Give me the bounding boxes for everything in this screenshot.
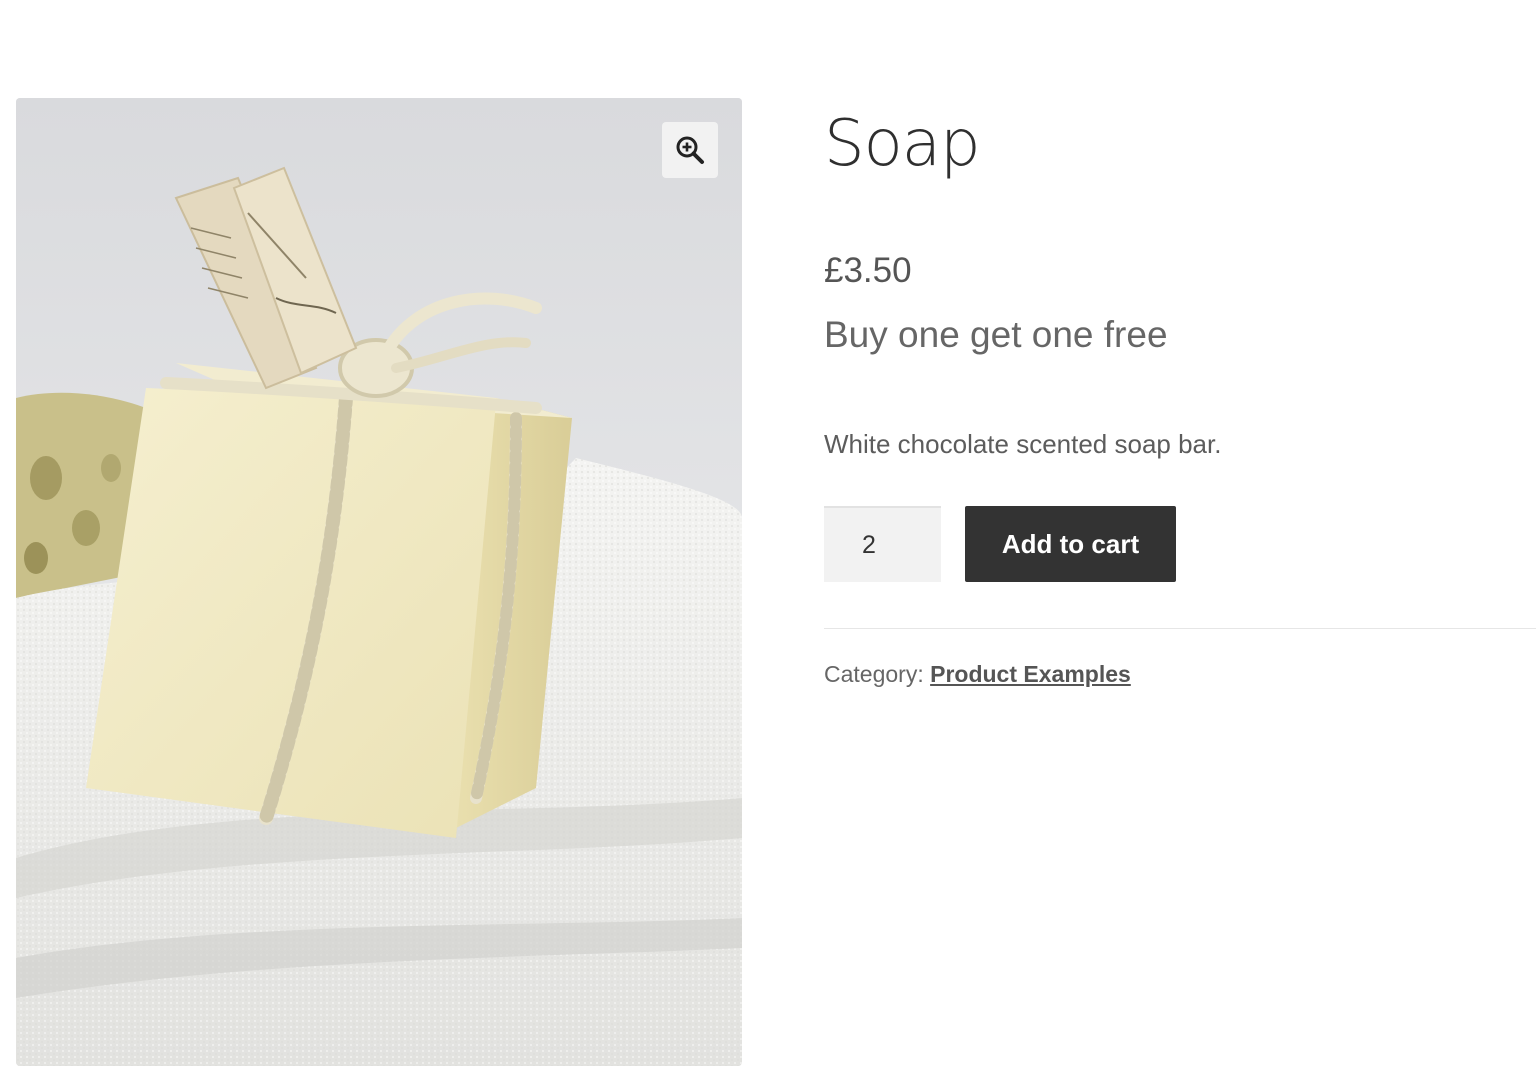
zoom-in-icon (675, 135, 705, 165)
product-offer: Buy one get one free (824, 314, 1168, 355)
product-image[interactable] (16, 98, 742, 1066)
category-label: Category: (824, 661, 924, 687)
add-to-cart-form: Add to cart (824, 506, 1224, 582)
product-short-description: White chocolate scented soap bar. (824, 429, 1222, 459)
product-gallery (16, 98, 742, 1066)
category-link[interactable]: Product Examples (930, 661, 1131, 687)
add-to-cart-button[interactable]: Add to cart (965, 506, 1176, 582)
product-meta: Category: Product Examples (824, 658, 1131, 690)
zoom-button[interactable] (662, 122, 718, 178)
quantity-input[interactable] (824, 506, 941, 582)
product-title: Soap (824, 107, 981, 181)
divider (824, 628, 1536, 629)
product-price: £3.50 (824, 251, 912, 290)
